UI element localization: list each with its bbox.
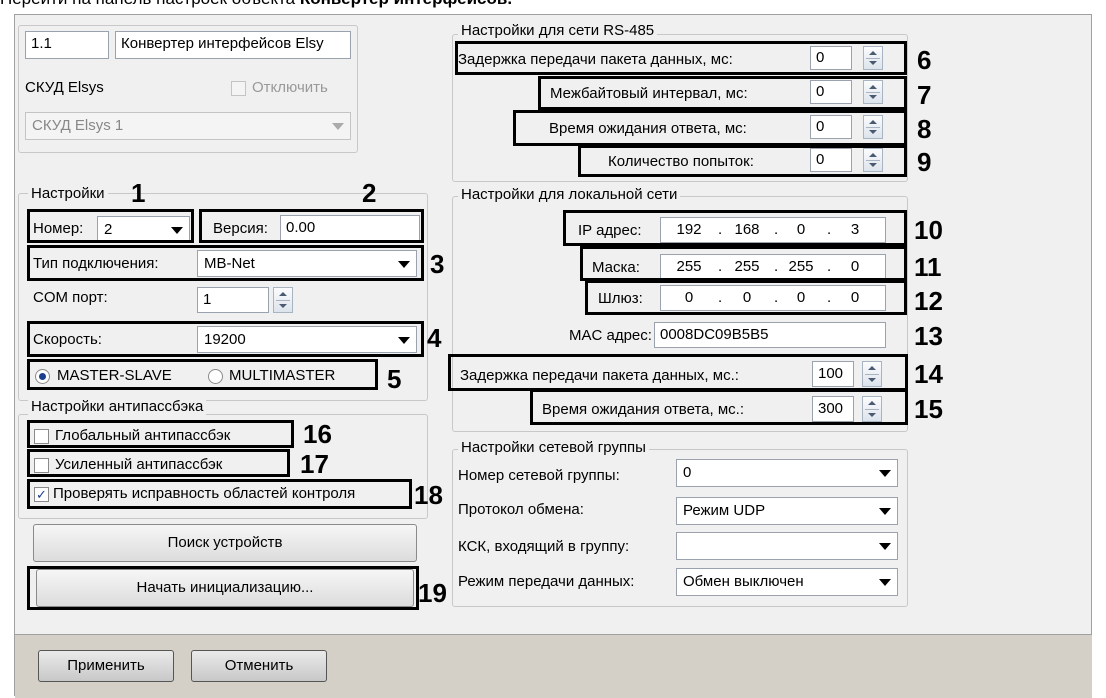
netgroup-number-label: Номер сетевой группы: bbox=[458, 467, 620, 484]
annotation-box bbox=[27, 245, 424, 281]
callout-number: 5 bbox=[387, 364, 402, 394]
callout-number: 11 bbox=[914, 252, 942, 282]
instruction-caption: Перейти на панель настроек объекта Конве… bbox=[0, 0, 512, 9]
annotation-box bbox=[455, 41, 907, 75]
callout-number: 13 bbox=[914, 321, 943, 351]
annotation-box bbox=[199, 209, 424, 243]
ksk-label: КСК, входящий в группу: bbox=[458, 538, 630, 555]
annotation-box bbox=[27, 449, 290, 477]
transfer-mode-select[interactable]: Обмен выключен bbox=[676, 568, 898, 596]
protocol-value: Режим UDP bbox=[683, 502, 766, 519]
callout-number: 10 bbox=[914, 215, 943, 245]
chevron-down-icon bbox=[879, 579, 891, 586]
callout-number: 19 bbox=[418, 578, 447, 608]
annotation-box bbox=[585, 280, 907, 315]
callout-number: 16 bbox=[303, 419, 332, 449]
annotation-box bbox=[580, 246, 907, 281]
callout-number: 18 bbox=[414, 480, 443, 510]
object-id-field[interactable]: 1.1 bbox=[25, 31, 109, 59]
annotation-box bbox=[563, 210, 907, 246]
callout-number: 3 bbox=[430, 249, 445, 279]
object-name-field[interactable]: Конвертер интерфейсов Elsy bbox=[115, 31, 351, 59]
annotation-box bbox=[27, 566, 419, 610]
transfer-mode-value: Обмен выключен bbox=[683, 573, 804, 590]
parent-select[interactable]: СКУД Elsys 1 bbox=[25, 112, 351, 140]
annotation-box bbox=[530, 389, 908, 425]
apply-button[interactable]: Применить bbox=[38, 650, 174, 682]
callout-number: 8 bbox=[917, 114, 932, 144]
callout-number: 14 bbox=[914, 359, 943, 389]
annotation-box bbox=[27, 420, 294, 448]
chevron-down-icon bbox=[332, 123, 344, 130]
annotation-box bbox=[448, 354, 908, 391]
lan-group-title: Настройки для локальной сети bbox=[458, 186, 681, 203]
annotation-box bbox=[27, 209, 194, 243]
transfer-mode-label: Режим передачи данных: bbox=[458, 573, 635, 590]
com-port-field[interactable]: 1 bbox=[197, 287, 269, 313]
chevron-down-icon bbox=[879, 543, 891, 550]
netgroup-group-title: Настройки сетевой группы bbox=[458, 439, 649, 456]
callout-number: 4 bbox=[427, 323, 442, 353]
com-port-label: COM порт: bbox=[33, 289, 108, 306]
parent-label: СКУД Elsys bbox=[25, 79, 104, 96]
antipassback-group-title: Настройки антипассбэка bbox=[28, 398, 207, 415]
callout-number: 9 bbox=[917, 147, 932, 177]
rs485-group-title: Настройки для сети RS-485 bbox=[458, 22, 658, 39]
annotation-box bbox=[513, 110, 907, 146]
parent-select-value: СКУД Elsys 1 bbox=[32, 117, 124, 134]
protocol-label: Протокол обмена: bbox=[458, 501, 584, 518]
ksk-select[interactable] bbox=[676, 532, 898, 560]
mac-label: MAC адрес: bbox=[569, 327, 652, 344]
search-devices-button[interactable]: Поиск устройств bbox=[33, 524, 417, 562]
callout-number: 7 bbox=[917, 80, 932, 110]
annotation-box bbox=[27, 321, 424, 357]
bottom-toolbar bbox=[15, 634, 1092, 698]
disable-checkbox[interactable] bbox=[231, 81, 246, 96]
com-port-spinner[interactable] bbox=[273, 287, 293, 313]
mac-field[interactable]: 0008DC09B5B5 bbox=[654, 322, 886, 348]
callout-number: 15 bbox=[914, 394, 943, 424]
settings-group-title: Настройки bbox=[28, 185, 108, 202]
netgroup-number-select[interactable]: 0 bbox=[676, 459, 898, 487]
annotation-box bbox=[27, 479, 412, 509]
chevron-down-icon bbox=[879, 508, 891, 515]
callout-number: 1 bbox=[131, 178, 146, 208]
callout-number: 2 bbox=[362, 178, 377, 208]
chevron-down-icon bbox=[879, 470, 891, 477]
protocol-select[interactable]: Режим UDP bbox=[676, 497, 898, 525]
callout-number: 6 bbox=[917, 45, 932, 75]
annotation-box bbox=[578, 145, 907, 177]
netgroup-number-value: 0 bbox=[683, 464, 692, 481]
callout-number: 17 bbox=[300, 449, 329, 479]
callout-number: 12 bbox=[914, 286, 943, 316]
disable-label: Отключить bbox=[252, 79, 328, 96]
cancel-button[interactable]: Отменить bbox=[191, 650, 327, 682]
annotation-box bbox=[538, 76, 907, 110]
annotation-box bbox=[27, 359, 378, 390]
